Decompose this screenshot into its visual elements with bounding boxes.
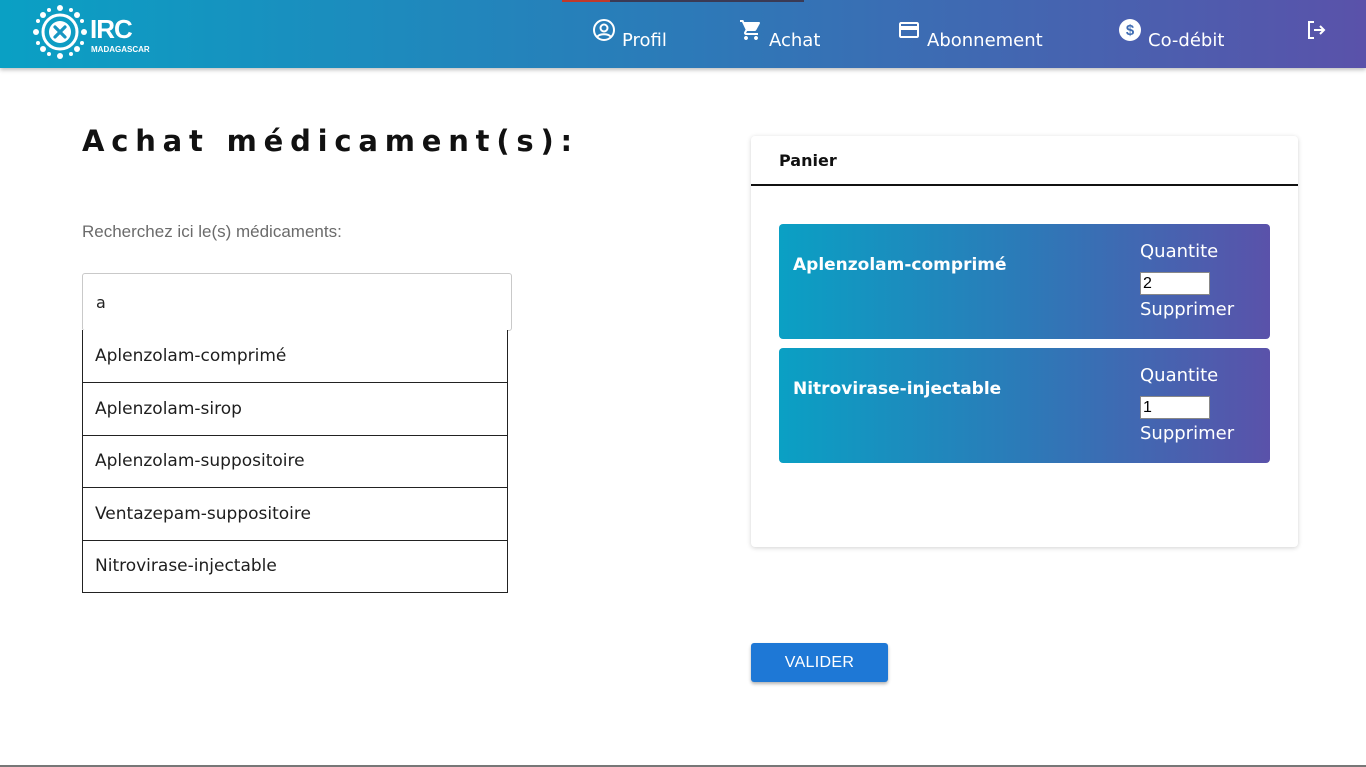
- nav-profil-label: Profil: [622, 30, 667, 51]
- logo-text: IRC: [90, 14, 133, 44]
- cart-item-name: Nitrovirase-injectable: [793, 379, 1002, 399]
- nav-co-debit-label: Co-débit: [1148, 30, 1225, 51]
- page-title: Achat médicament(s):: [82, 124, 579, 158]
- validate-button[interactable]: VALIDER: [751, 643, 888, 682]
- cart-divider: [751, 184, 1298, 186]
- logout-icon: [1308, 21, 1326, 39]
- svg-text:$: $: [1126, 22, 1135, 39]
- cart-item: Nitrovirase-injectable Quantite Supprime…: [779, 348, 1270, 463]
- irc-logo[interactable]: IRC MADAGASCAR: [33, 5, 150, 59]
- suggestion-item[interactable]: Aplenzolam-sirop: [83, 382, 507, 434]
- shopping-cart-icon: [740, 20, 761, 40]
- suggestion-item[interactable]: Nitrovirase-injectable: [83, 539, 507, 592]
- suggestion-item[interactable]: Ventazepam-suppositoire: [83, 487, 507, 539]
- logo-subtext: MADAGASCAR: [91, 45, 150, 54]
- top-navbar: IRC MADAGASCAR Profil Achat Abonnement $…: [0, 0, 1366, 68]
- medication-search-input[interactable]: [82, 273, 512, 331]
- dollar-circle-icon: $: [1119, 19, 1141, 41]
- remove-item-link[interactable]: Supprimer: [1140, 423, 1234, 444]
- cart-item-name: Aplenzolam-comprimé: [793, 255, 1007, 275]
- quantity-input[interactable]: [1140, 396, 1210, 419]
- quantity-label: Quantite: [1140, 241, 1219, 262]
- suggestion-item[interactable]: Aplenzolam-suppositoire: [83, 434, 507, 487]
- quantity-input[interactable]: [1140, 272, 1210, 295]
- search-label: Recherchez ici le(s) médicaments:: [82, 222, 342, 241]
- cart-title: Panier: [779, 151, 837, 170]
- quantity-label: Quantite: [1140, 365, 1219, 386]
- nav-co-debit[interactable]: $ Co-débit: [1118, 18, 1224, 52]
- logout-button[interactable]: [1304, 18, 1334, 52]
- navbar-accent-red: [562, 0, 610, 2]
- account-circle-icon: [593, 19, 615, 41]
- cart-panel: Panier Aplenzolam-comprimé Quantite Supp…: [751, 136, 1298, 547]
- nav-profil[interactable]: Profil: [592, 18, 667, 52]
- virus-logo-icon: [33, 5, 87, 59]
- cart-item: Aplenzolam-comprimé Quantite Supprimer: [779, 224, 1270, 339]
- nav-achat[interactable]: Achat: [739, 18, 820, 52]
- nav-abonnement[interactable]: Abonnement: [897, 18, 1043, 52]
- nav-abonnement-label: Abonnement: [927, 30, 1043, 51]
- search-suggestions-list: Aplenzolam-comprimé Aplenzolam-sirop Apl…: [82, 330, 508, 593]
- nav-achat-label: Achat: [769, 30, 821, 51]
- credit-card-icon: [899, 22, 919, 38]
- suggestion-item[interactable]: Aplenzolam-comprimé: [83, 330, 507, 382]
- remove-item-link[interactable]: Supprimer: [1140, 299, 1234, 320]
